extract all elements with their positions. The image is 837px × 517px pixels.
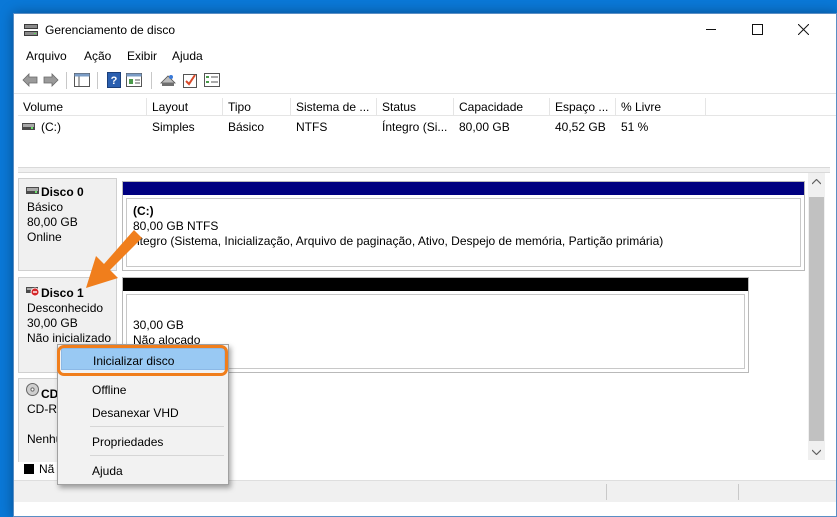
list-view-icon [203, 73, 220, 87]
disk-1-type: Desconhecido [27, 301, 104, 315]
disk-drive-icon [26, 187, 39, 194]
legend-swatch-unallocated [24, 464, 34, 474]
partition-c-size: 80,00 GB NTFS [133, 219, 219, 233]
check-button[interactable] [181, 72, 198, 88]
menu-item-properties[interactable]: Propriedades [61, 430, 225, 452]
maximize-button[interactable] [734, 14, 780, 45]
disk-management-icon [24, 24, 38, 36]
minimize-button[interactable] [688, 14, 734, 45]
menu-item-help[interactable]: Ajuda [61, 459, 225, 481]
partition-c-area[interactable]: (C:) 80,00 GB NTFS ntegro (Sistema, Inic… [126, 198, 801, 267]
show-console-tree-button[interactable] [73, 72, 90, 88]
cell-layout: Simples [152, 120, 195, 134]
toolbar: ? [14, 67, 836, 94]
menu-exibir[interactable]: Exibir [127, 49, 157, 63]
cd-drive-icon [26, 383, 39, 396]
scroll-up-icon[interactable] [812, 179, 821, 185]
volume-icon [22, 123, 35, 130]
highlight-ring [57, 345, 228, 376]
svg-text:?: ? [110, 75, 117, 87]
column-status[interactable]: Status [377, 98, 454, 116]
partition-c-status: ntegro (Sistema, Inicialização, Arquivo … [133, 234, 664, 248]
menu-ajuda[interactable]: Ajuda [172, 49, 203, 63]
connect-button[interactable] [159, 72, 176, 88]
callout-arrow-icon [86, 230, 142, 288]
menu-item-detach-vhd[interactable]: Desanexar VHD [61, 401, 225, 423]
toolbar-separator [66, 72, 67, 89]
forward-button[interactable] [42, 72, 59, 88]
column-sistema[interactable]: Sistema de ... [291, 98, 377, 116]
back-button[interactable] [21, 72, 38, 88]
unallocated-size: 30,00 GB [133, 318, 184, 332]
toolbar-separator [97, 72, 98, 89]
column-layout[interactable]: Layout [147, 98, 223, 116]
help-button[interactable]: ? [105, 72, 122, 88]
forward-arrow-icon [43, 73, 59, 87]
volume-list-header: Volume Layout Tipo Sistema de ... Status… [18, 98, 836, 116]
menu-arquivo[interactable]: Arquivo [26, 49, 67, 63]
disk-0-name: Disco 0 [41, 185, 84, 199]
column-livre[interactable]: % Livre [616, 98, 706, 116]
cell-livre: 51 % [621, 120, 649, 134]
disk-0-size: 80,00 GB [27, 215, 78, 229]
primary-partition-bar [123, 182, 804, 195]
title-bar: Gerenciamento de disco [14, 14, 836, 45]
checklist-icon [182, 74, 197, 88]
disk-0-state: Online [27, 230, 62, 244]
cell-espaco: 40,52 GB [555, 120, 606, 134]
window-title: Gerenciamento de disco [45, 23, 176, 37]
properties-view-icon [125, 73, 142, 87]
disk-0-type: Básico [27, 200, 64, 214]
menu-separator [90, 455, 224, 456]
menu-item-offline[interactable]: Offline [61, 378, 225, 400]
disk-error-icon [26, 287, 40, 297]
legend-label: Nã [39, 462, 55, 476]
disk-1-state: Não inicializado [27, 331, 112, 345]
properties-view-button[interactable] [125, 72, 142, 88]
scroll-down-icon[interactable] [812, 449, 821, 455]
vertical-scrollbar[interactable] [808, 173, 825, 460]
back-arrow-icon [21, 73, 37, 87]
column-capacidade[interactable]: Capacidade [454, 98, 550, 116]
menu-separator [90, 426, 224, 427]
console-tree-icon [73, 73, 90, 87]
scrollbar-thumb[interactable] [809, 197, 824, 441]
cell-volume: (C:) [41, 120, 61, 134]
column-tipo[interactable]: Tipo [223, 98, 291, 116]
partition-c-label: (C:) [133, 204, 154, 218]
table-row[interactable]: (C:) Simples Básico NTFS Íntegro (Si... … [18, 118, 836, 136]
disk-1-name: Disco 1 [41, 286, 84, 300]
status-separator [738, 484, 739, 500]
cell-tipo: Básico [228, 120, 265, 134]
column-volume[interactable]: Volume [18, 98, 147, 116]
disk-0-partition[interactable]: (C:) 80,00 GB NTFS ntegro (Sistema, Inic… [122, 181, 805, 271]
menu-acao[interactable]: Ação [84, 49, 111, 63]
minimize-icon [705, 29, 716, 30]
status-separator [606, 484, 607, 500]
maximize-icon [751, 24, 763, 35]
cell-status: Íntegro (Si... [382, 120, 448, 134]
cell-sistema: NTFS [296, 120, 328, 134]
menu-bar: Arquivo Ação Exibir Ajuda [14, 45, 836, 67]
unallocated-bar [123, 278, 748, 291]
connect-drive-icon [159, 75, 176, 86]
cdrom-name: CD [41, 387, 59, 401]
list-view-button[interactable] [203, 72, 220, 88]
close-icon [797, 24, 809, 35]
toolbar-separator [151, 72, 152, 89]
help-book-icon: ? [106, 72, 121, 88]
column-espaco[interactable]: Espaço ... [550, 98, 616, 116]
cell-capacidade: 80,00 GB [459, 120, 510, 134]
disk-1-size: 30,00 GB [27, 316, 78, 330]
close-button[interactable] [780, 14, 826, 45]
